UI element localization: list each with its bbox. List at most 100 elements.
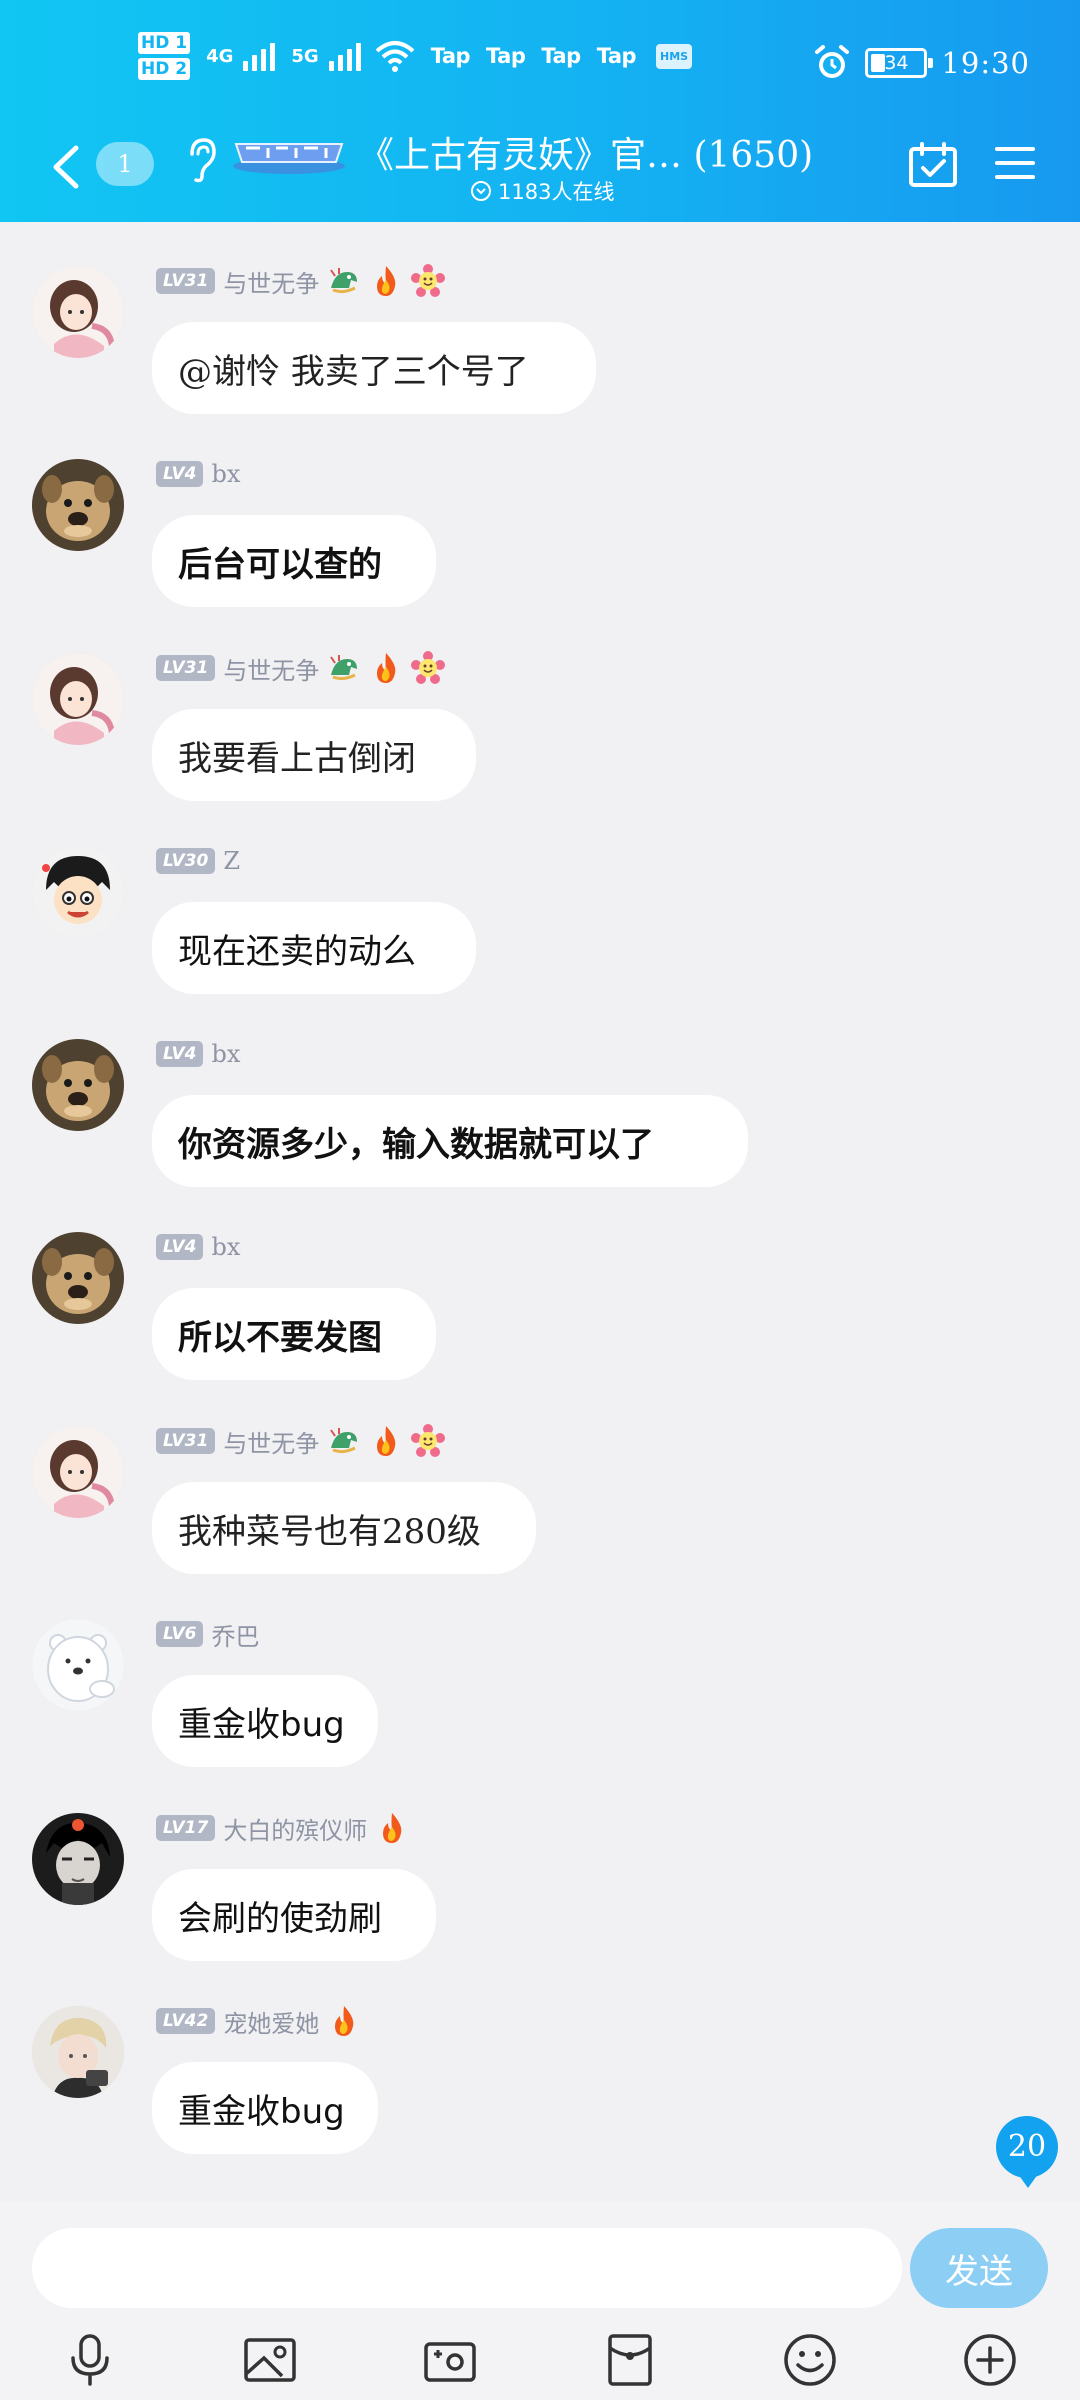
message-bubble[interactable]: 你资源多少，输入数据就可以了 — [152, 1095, 748, 1187]
nav-bar: 1 《上古有灵妖》官… (1650) 1183人在线 — [0, 126, 1080, 216]
message-bubble[interactable]: 现在还卖的动么 — [152, 902, 476, 994]
message-row: LV4 bx 所以不要发图 — [0, 1188, 1080, 1380]
message-row: LV30 Z 现在还卖的动么 — [0, 802, 1080, 994]
avatar[interactable] — [32, 653, 124, 745]
level-badge: LV17 — [156, 1815, 216, 1841]
message-row: LV17 大白的殡仪师会刷的使劲刷 — [0, 1769, 1080, 1961]
plus-icon[interactable] — [962, 2332, 1018, 2388]
sender-name[interactable]: 与世无争 — [223, 1424, 319, 1459]
sim1-indicator: HD 1 — [138, 32, 191, 54]
flower-icon — [411, 264, 446, 298]
message-row: LV6 乔巴重金收bug — [0, 1575, 1080, 1767]
new-message-counter[interactable]: 20 — [996, 2116, 1058, 2188]
sender-name[interactable]: bx — [211, 460, 240, 488]
level-badge: LV4 — [156, 1041, 204, 1067]
clock: 19:30 — [941, 46, 1030, 80]
fire-icon — [327, 2004, 361, 2038]
sender-name[interactable]: 宠她爱她 — [223, 2004, 319, 2039]
signal-icon — [328, 41, 361, 71]
sim2-indicator: HD 2 — [138, 58, 191, 80]
hms-icon: HMS — [656, 43, 693, 69]
mic-icon[interactable] — [62, 2332, 118, 2388]
sender-name[interactable]: Z — [223, 847, 240, 875]
red-packet-icon[interactable] — [602, 2332, 658, 2388]
back-arrow-icon[interactable] — [48, 144, 82, 190]
sender-name[interactable]: 乔巴 — [211, 1617, 259, 1652]
status-left: HD 1 HD 2 4G 5G Tap Tap Tap Tap HMS — [138, 32, 693, 80]
status-bar: HD 1 HD 2 4G 5G Tap Tap Tap Tap HMS 34 1… — [0, 0, 1080, 132]
message-bubble[interactable]: 所以不要发图 — [152, 1288, 436, 1380]
avatar[interactable] — [32, 459, 124, 551]
sender-name[interactable]: bx — [211, 1233, 240, 1261]
dragon-icon — [327, 651, 361, 685]
message-row: LV31 与世无争我种菜号也有280级 — [0, 1382, 1080, 1574]
sender-name[interactable]: 与世无争 — [223, 651, 319, 686]
avatar[interactable] — [32, 1426, 124, 1518]
status-right: 34 19:30 — [813, 44, 1030, 82]
chat-header: HD 1 HD 2 4G 5G Tap Tap Tap Tap HMS 34 1… — [0, 0, 1080, 222]
sender-name[interactable]: 大白的殡仪师 — [223, 1811, 367, 1846]
level-badge: LV6 — [156, 1621, 204, 1647]
sender-name[interactable]: 与世无争 — [223, 264, 319, 299]
sender-info: LV4 bx — [156, 1232, 240, 1262]
message-bubble[interactable]: @谢怜 我卖了三个号了 — [152, 322, 596, 414]
avatar[interactable] — [32, 1232, 124, 1324]
ear-icon[interactable] — [184, 136, 218, 184]
toolbar — [0, 2332, 1080, 2392]
level-badge: LV30 — [156, 848, 216, 874]
message-bubble[interactable]: 会刷的使劲刷 — [152, 1869, 436, 1961]
send-button[interactable]: 发送 — [910, 2228, 1048, 2308]
online-status[interactable]: 1183人在线 — [470, 176, 614, 206]
level-badge: LV4 — [156, 461, 204, 487]
calendar-check-icon[interactable] — [908, 142, 958, 188]
dragon-icon — [327, 264, 361, 298]
level-badge: LV31 — [156, 268, 216, 294]
message-bubble[interactable]: 我种菜号也有280级 — [152, 1482, 536, 1574]
message-row: LV4 bx 你资源多少，输入数据就可以了 — [0, 995, 1080, 1187]
avatar[interactable] — [32, 846, 124, 938]
sim-indicators: HD 1 HD 2 — [138, 32, 191, 80]
level-badge: LV31 — [156, 1428, 216, 1454]
level-badge: LV31 — [156, 655, 216, 681]
level-badge: LV4 — [156, 1234, 204, 1260]
menu-icon[interactable] — [994, 144, 1036, 182]
message-bubble[interactable]: 我要看上古倒闭 — [152, 709, 476, 801]
fire-icon — [369, 264, 403, 298]
flower-icon — [411, 651, 446, 685]
fire-icon — [375, 1811, 409, 1845]
avatar[interactable] — [32, 1619, 124, 1711]
avatar[interactable] — [32, 2006, 124, 2098]
sender-info: LV30 Z — [156, 846, 240, 876]
group-title[interactable]: 《上古有灵妖》官… (1650) — [358, 126, 813, 178]
message-bubble[interactable]: 重金收bug — [152, 2062, 378, 2154]
taptap-notification: Tap — [596, 44, 637, 68]
message-list[interactable]: LV31 与世无争 @谢怜 我卖了三个号了 LV4 bx 后台可以查的 LV31 与世无争 我要… — [0, 222, 1080, 2202]
input-bar: 发送 — [0, 2202, 1080, 2400]
level-badge: LV42 — [156, 2008, 216, 2034]
network-type-2: 5G — [291, 45, 319, 67]
signal-icon — [243, 41, 276, 71]
unread-count-badge[interactable]: 1 — [96, 142, 154, 186]
sender-info: LV31 与世无争 — [156, 1424, 446, 1459]
sender-name[interactable]: bx — [211, 1040, 240, 1068]
chevron-down-circle-icon — [471, 181, 491, 201]
flower-icon — [411, 1424, 446, 1458]
dragon-icon — [327, 1424, 361, 1458]
network-type-1: 4G — [206, 45, 234, 67]
message-bubble[interactable]: 重金收bug — [152, 1675, 378, 1767]
emoji-icon[interactable] — [782, 2332, 838, 2388]
avatar[interactable] — [32, 1039, 124, 1131]
image-icon[interactable] — [242, 2332, 298, 2388]
avatar[interactable] — [32, 266, 124, 358]
message-input[interactable] — [32, 2228, 902, 2308]
avatar[interactable] — [32, 1813, 124, 1905]
wifi-icon — [375, 41, 415, 72]
message-row: LV4 bx 后台可以查的 — [0, 415, 1080, 607]
message-row: LV31 与世无争我要看上古倒闭 — [0, 609, 1080, 801]
camera-icon[interactable] — [422, 2332, 478, 2388]
sender-info: LV6 乔巴 — [156, 1617, 259, 1652]
message-row: LV42 宠她爱她重金收bug — [0, 1962, 1080, 2154]
sender-info: LV31 与世无争 — [156, 651, 446, 686]
message-bubble[interactable]: 后台可以查的 — [152, 515, 436, 607]
sender-info: LV31 与世无争 — [156, 264, 446, 299]
